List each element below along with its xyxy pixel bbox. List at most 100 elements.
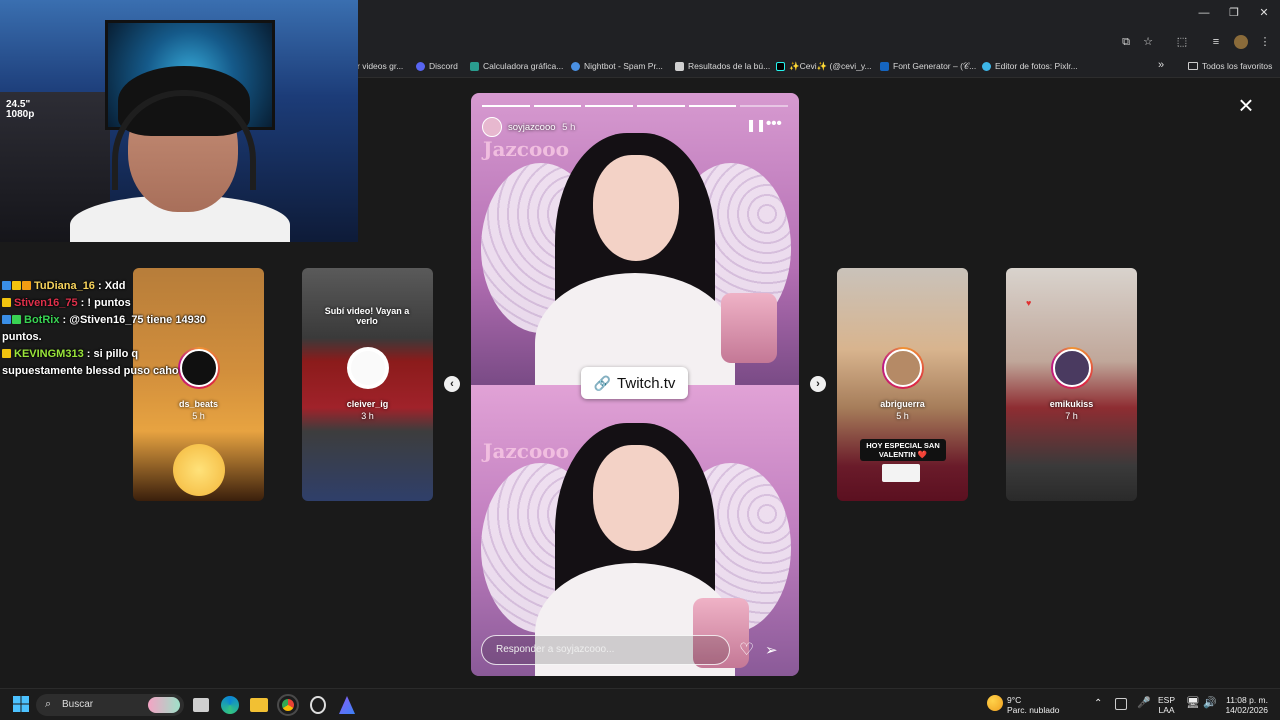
volume-icon[interactable]: 🔊 — [1203, 698, 1217, 709]
previous-story-button[interactable]: ‹ — [444, 376, 460, 392]
chat-text: : Xdd — [94, 280, 126, 292]
chat-username: TuDiana_16 — [34, 280, 95, 292]
story-time: 7 h — [1065, 411, 1078, 421]
link-label: Twitch.tv — [617, 374, 676, 392]
chat-message: KEVINGM313 : si pillo q supuestamente bl… — [2, 346, 212, 380]
sun-graphic — [173, 444, 225, 496]
folder-icon — [1188, 62, 1198, 70]
avatar — [1051, 347, 1093, 389]
bookmark-item[interactable]: Resultados de la bú... — [675, 61, 770, 71]
calculator-icon — [470, 61, 479, 71]
chat-badge-icon — [2, 281, 11, 290]
logo-graphic: Jazcooo — [483, 439, 569, 463]
story-username[interactable]: soyjazcooo — [508, 122, 556, 133]
progress-segment — [482, 105, 530, 107]
more-options-icon[interactable]: ••• — [766, 115, 782, 132]
network-icon[interactable]: 🖥 — [1186, 698, 1200, 709]
chevron-up-icon[interactable]: ⌃ — [1094, 699, 1102, 709]
story-card-emikukiss[interactable]: ♥ emikukiss 7 h — [1006, 268, 1137, 501]
font-generator-icon — [880, 62, 889, 71]
twitch-link-sticker[interactable]: 🔗 Twitch.tv — [581, 367, 688, 399]
bookmark-item[interactable]: Calculadora gráfica... — [470, 61, 563, 71]
progress-segment — [637, 105, 685, 107]
logo-graphic: Jazcooo — [483, 137, 569, 161]
taskbar-search[interactable]: ⌕ Buscar — [36, 694, 184, 716]
date-label: 14/02/2026 — [1225, 705, 1268, 715]
chrome-icon[interactable] — [277, 694, 299, 716]
bookmark-item[interactable]: Nightbot - Spam Pr... — [571, 61, 663, 71]
story-overlay-text: Subí video! Vayan a verlo — [324, 306, 410, 326]
chat-message: TuDiana_16 : Xdd — [2, 278, 212, 295]
microphone-icon[interactable]: 🎤 — [1137, 698, 1151, 709]
close-icon[interactable]: × — [1234, 92, 1258, 118]
story-sticker: HOY ESPECIAL SAN VALENTIN ❤️ — [860, 439, 946, 461]
chat-username: KEVINGM313 — [14, 348, 84, 360]
story-username: cleiver_ig — [346, 399, 389, 409]
pause-icon[interactable]: ❚❚ — [746, 118, 766, 132]
progress-segment — [585, 105, 633, 107]
bookmark-item[interactable]: Font Generator – (𝒞... — [880, 61, 976, 72]
bookmark-item[interactable]: Discord — [416, 61, 458, 71]
story-username: emikukiss — [1049, 399, 1094, 409]
menu-kebab-icon[interactable]: ⋮ — [1258, 35, 1272, 49]
bookmark-item[interactable]: r videos gr... — [357, 61, 403, 71]
weather-widget[interactable]: 9°C Parc. nublado — [1007, 695, 1059, 715]
story-time: 5 h — [896, 411, 909, 421]
next-story-button[interactable]: › — [810, 376, 826, 392]
search-label: Buscar — [62, 699, 94, 710]
minimize-icon[interactable]: — — [1198, 7, 1210, 19]
search-highlight-icon — [148, 697, 180, 713]
webcam-overlay: 24.5" 1080p — [0, 0, 358, 242]
nightbot-icon — [571, 61, 580, 71]
chat-badge-icon — [12, 281, 21, 290]
edge-icon[interactable] — [221, 696, 239, 714]
windows-taskbar: ⌕ Buscar 9°C Parc. nublado ⌃ 🎤 ESP LAA 🖥… — [0, 688, 1280, 720]
progress-segment — [740, 105, 788, 107]
clock[interactable]: 11:08 p. m. 14/02/2026 — [1224, 695, 1268, 715]
windows-start-icon[interactable] — [13, 696, 29, 714]
file-explorer-icon[interactable] — [250, 698, 268, 712]
avatar[interactable] — [482, 117, 502, 137]
chat-username: BotRix — [24, 314, 60, 326]
weather-icon[interactable] — [987, 695, 1003, 711]
story-header: soyjazcooo 5 h — [508, 122, 575, 133]
profile-avatar-icon[interactable] — [1234, 35, 1248, 49]
language-indicator[interactable]: ESP LAA — [1158, 695, 1175, 715]
close-window-icon[interactable]: ✕ — [1258, 7, 1270, 19]
story-time: 5 h — [192, 411, 205, 421]
all-bookmarks-folder[interactable]: Todos los favoritos — [1188, 61, 1272, 71]
like-heart-icon[interactable]: ♡ — [739, 640, 754, 660]
progress-segment — [688, 105, 737, 107]
chat-badge-icon — [2, 315, 11, 324]
time-label: 11:08 p. m. — [1226, 695, 1268, 705]
story-time: 5 h — [562, 122, 576, 133]
app-icon[interactable] — [310, 696, 326, 714]
tray-app-icon[interactable] — [1115, 698, 1127, 710]
app-icon[interactable] — [339, 696, 355, 714]
pixlr-icon — [982, 61, 991, 71]
task-view-icon[interactable] — [193, 698, 209, 712]
story-username: abriguerra — [880, 399, 925, 409]
bookmark-item[interactable]: ✨Cevi✨ (@cevi_y... — [776, 61, 872, 72]
story-card-cleiver-ig[interactable]: Subí video! Vayan a verlo cleiver_ig 3 h — [302, 268, 433, 501]
story-time: 3 h — [361, 411, 374, 421]
install-app-icon[interactable]: ⧉ — [1119, 35, 1133, 49]
monitor-label: 24.5" 1080p — [6, 99, 35, 120]
chat-message: Stiven16_75 : ! puntos — [2, 295, 212, 312]
main-story[interactable]: Jazcooo Jazcooo soyjazcooo 5 h ❚❚ ••• 🔗 … — [471, 93, 799, 676]
restore-icon[interactable]: ❐ — [1228, 7, 1240, 19]
bookmark-star-icon[interactable]: ☆ — [1141, 35, 1155, 49]
document-icon — [675, 61, 684, 71]
reading-list-icon[interactable]: ≡ — [1209, 35, 1223, 49]
chat-badge-icon — [2, 349, 11, 358]
extensions-icon[interactable]: ⬚ — [1175, 35, 1189, 49]
send-icon[interactable]: ➢ — [765, 641, 778, 659]
bookmark-item[interactable]: Editor de fotos: Pixlr... — [982, 61, 1078, 71]
reply-input[interactable]: Responder a soyjazcooo... — [481, 635, 730, 665]
weather-temp: 9°C — [1007, 695, 1022, 705]
chat-badge-icon — [22, 281, 31, 290]
chat-badge-icon — [2, 298, 11, 307]
story-card-abriguerra[interactable]: abriguerra 5 h HOY ESPECIAL SAN VALENTIN… — [837, 268, 968, 501]
person-face — [593, 445, 679, 551]
chevron-double-right-icon[interactable]: » — [1158, 59, 1164, 71]
